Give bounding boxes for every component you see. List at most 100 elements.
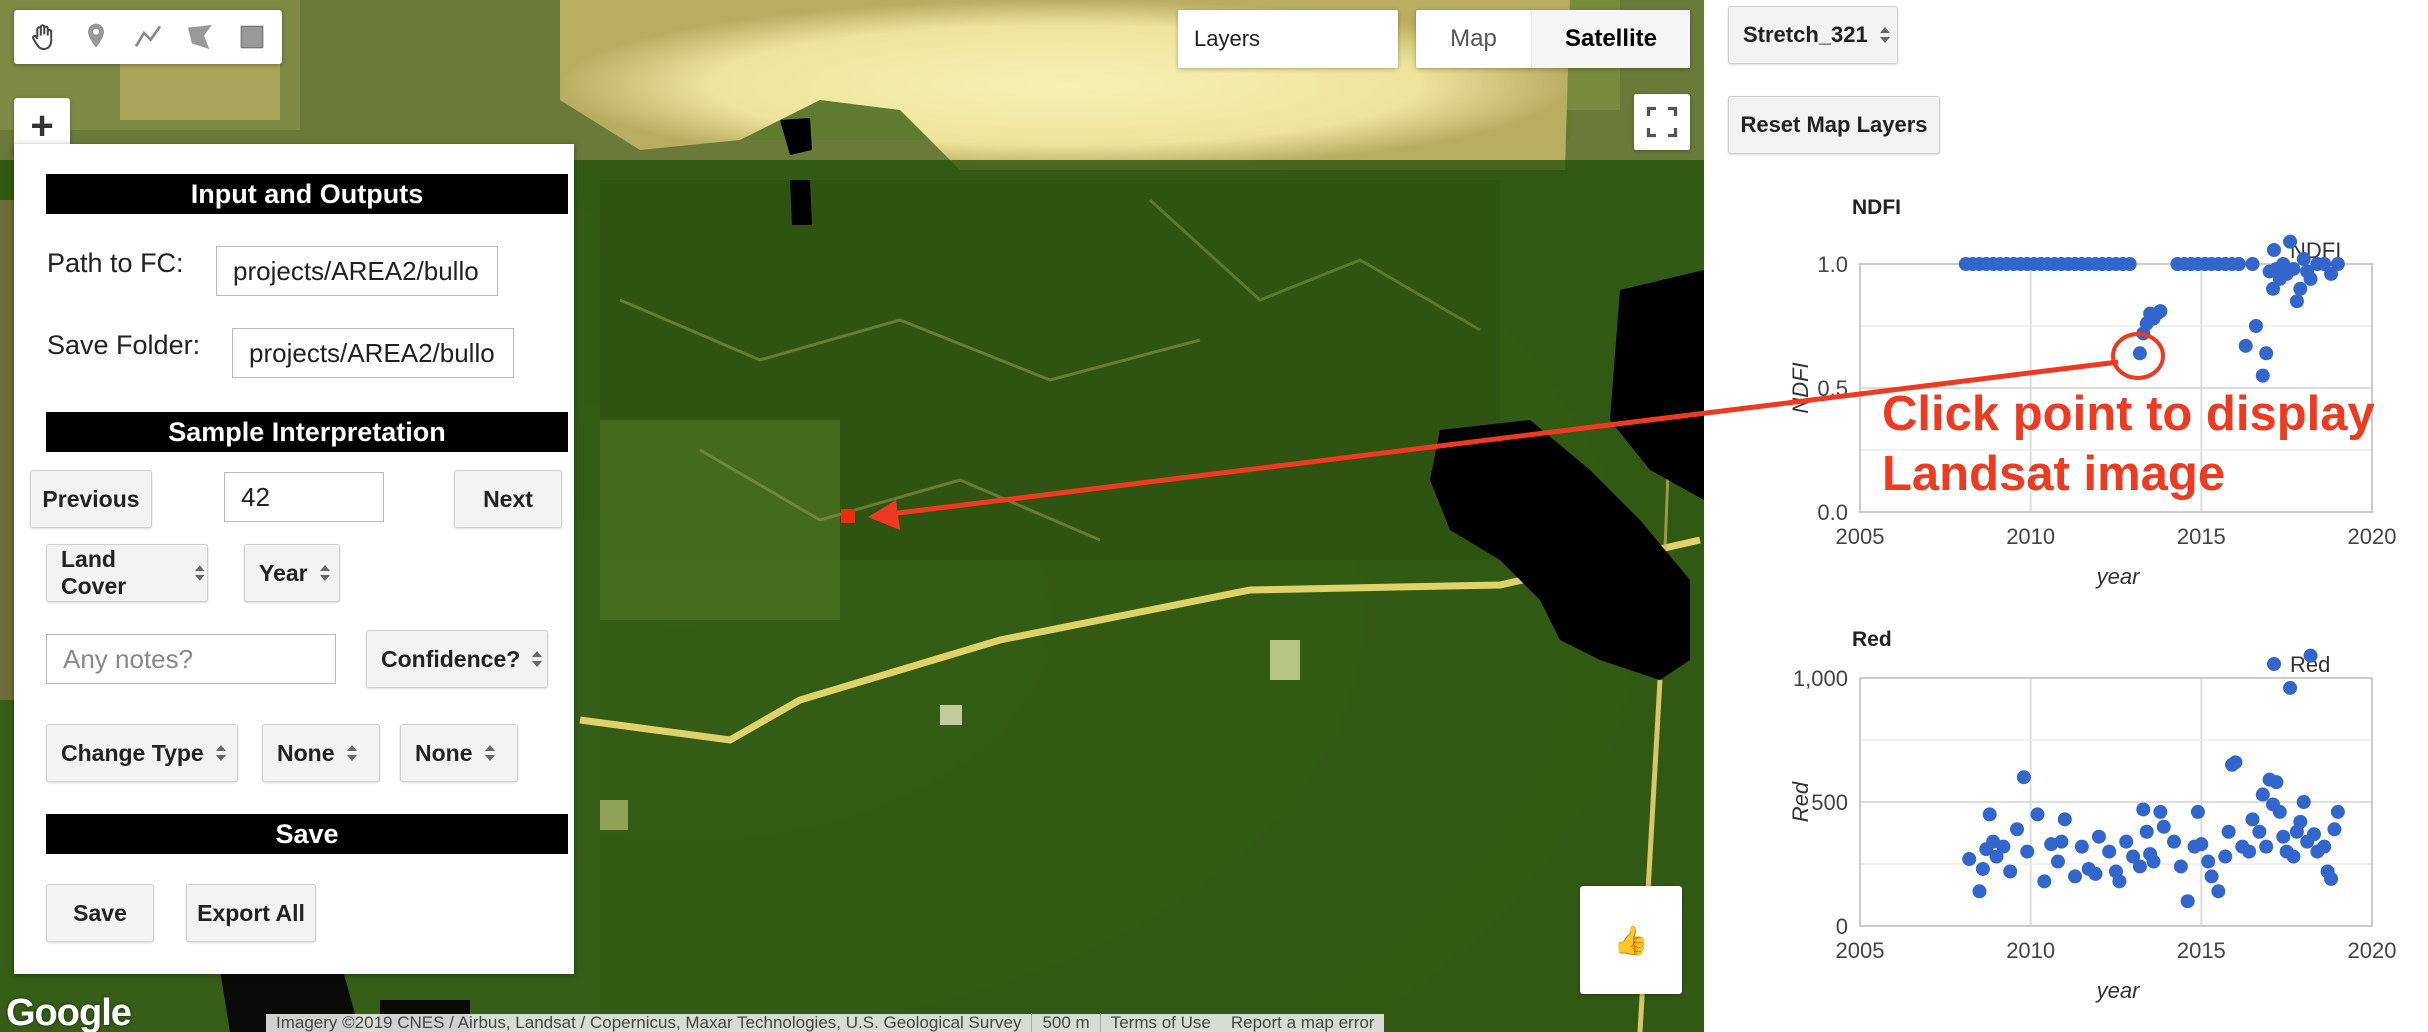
folder-label: Save Folder: — [47, 330, 201, 360]
x-tick-label: 2015 — [2177, 524, 2226, 549]
none-label-1: None — [277, 739, 335, 766]
stretch-select[interactable]: Stretch_321 — [1728, 6, 1898, 64]
reset-map-layers-button[interactable]: Reset Map Layers — [1728, 96, 1940, 154]
rectangle-icon[interactable] — [226, 14, 278, 60]
save-button[interactable]: Save — [46, 884, 154, 942]
report-error-link[interactable]: Report a map error — [1221, 1013, 1385, 1032]
data-point — [2016, 770, 2031, 785]
polygon-icon[interactable] — [174, 14, 226, 60]
none-label-2: None — [415, 739, 473, 766]
none-select-2[interactable]: None — [400, 724, 518, 782]
hand-icon[interactable] — [18, 14, 70, 60]
data-point — [2242, 844, 2257, 859]
data-point — [2037, 874, 2052, 889]
select-arrows-icon — [346, 745, 357, 761]
y-tick-label: 0 — [1836, 914, 1848, 939]
y-tick-label: 0.5 — [1817, 376, 1848, 401]
notes-input[interactable]: Any notes? — [46, 634, 336, 684]
terms-link[interactable]: Terms of Use — [1101, 1013, 1221, 1032]
data-point — [2330, 257, 2345, 271]
data-point — [2296, 795, 2311, 809]
legend-marker — [2267, 657, 2281, 671]
data-point — [1996, 839, 2011, 854]
fullscreen-icon — [1646, 106, 1678, 138]
data-point — [2293, 281, 2308, 296]
next-button[interactable]: Next — [454, 470, 562, 528]
data-point — [1975, 861, 1990, 876]
imagery-attribution: Imagery ©2019 CNES / Airbus, Landsat / C… — [276, 1013, 1022, 1032]
x-tick-label: 2005 — [1836, 524, 1885, 549]
red-chart[interactable]: 2005 2010 2015 202005001,000yearRedRed — [1704, 630, 2404, 1030]
x-axis-label: year — [2095, 564, 2141, 589]
select-arrows-icon — [195, 565, 206, 581]
map-type-map-button[interactable]: Map — [1416, 10, 1532, 68]
data-point — [2054, 834, 2069, 849]
sample-index-input[interactable]: 42 — [224, 472, 384, 522]
previous-button[interactable]: Previous — [30, 470, 152, 528]
data-point — [2030, 807, 2045, 822]
layers-dropdown[interactable]: Layers — [1178, 10, 1398, 68]
x-tick-label: 2010 — [2006, 524, 2055, 549]
change-type-label: Change Type — [61, 739, 204, 766]
year-select[interactable]: Year — [244, 544, 340, 602]
legend-marker — [2267, 243, 2281, 257]
land-cover-label: Land Cover — [61, 546, 127, 599]
none-select-1[interactable]: None — [262, 724, 380, 782]
data-point — [2050, 854, 2065, 869]
data-point — [1962, 852, 1977, 867]
map-type-satellite-button[interactable]: Satellite — [1532, 10, 1690, 68]
map-type-control: Map Satellite — [1416, 10, 1690, 68]
annotation-line-2: Landsat image — [1882, 447, 2226, 501]
data-point — [2003, 864, 2018, 879]
data-point — [2296, 252, 2311, 267]
data-point — [2269, 775, 2284, 790]
google-logo: Google — [6, 992, 132, 1032]
data-point — [2327, 822, 2342, 837]
land-cover-select[interactable]: Land Cover — [46, 544, 208, 602]
data-point — [2119, 834, 2134, 849]
data-point — [2272, 804, 2287, 819]
fullscreen-button[interactable] — [1634, 94, 1690, 150]
change-type-select[interactable]: Change Type — [46, 724, 238, 782]
layers-label: Layers — [1194, 26, 1261, 51]
data-point — [2317, 839, 2332, 854]
path-input[interactable]: projects/AREA2/bullo — [216, 246, 498, 296]
data-point — [2245, 812, 2260, 827]
data-point — [2276, 829, 2291, 844]
data-point — [2252, 824, 2267, 839]
thumbs-up-icon: 👍 — [1613, 924, 1649, 956]
select-arrows-icon — [319, 565, 330, 581]
x-tick-label: 2020 — [2348, 938, 2397, 963]
data-point — [2057, 812, 2072, 827]
x-tick-label: 2005 — [1836, 938, 1885, 963]
io-header: Input and Outputs — [46, 174, 568, 214]
data-point — [2289, 294, 2304, 309]
y-axis-label: NDFI — [1788, 362, 1813, 413]
data-point — [2136, 802, 2151, 817]
data-point — [1972, 884, 1987, 899]
feedback-button[interactable]: 👍 — [1580, 886, 1682, 994]
map-attribution-bar: Imagery ©2019 CNES / Airbus, Landsat / C… — [266, 1013, 1385, 1032]
data-point — [2283, 680, 2298, 695]
scale-bar[interactable]: 500 m — [1031, 1013, 1101, 1032]
data-point — [2173, 859, 2188, 874]
data-point — [2146, 854, 2161, 869]
data-point — [2204, 869, 2219, 884]
sample-panel: Input and Outputs Path to FC: projects/A… — [14, 144, 574, 974]
export-all-button[interactable]: Export All — [186, 884, 316, 942]
x-tick-label: 2010 — [2006, 938, 2055, 963]
data-point — [2153, 304, 2168, 319]
marker-icon[interactable] — [70, 14, 122, 60]
data-point — [2330, 804, 2345, 819]
data-point — [2211, 884, 2226, 899]
data-point — [2259, 346, 2274, 361]
app-root: + Layers Map Satellite 👍 Google Imagery … — [0, 0, 2428, 1032]
data-point — [2068, 869, 2083, 884]
data-point — [2091, 829, 2106, 844]
folder-input[interactable]: projects/AREA2/bullo — [232, 328, 514, 378]
data-point — [2286, 261, 2301, 276]
line-icon[interactable] — [122, 14, 174, 60]
data-point — [2283, 234, 2298, 249]
confidence-select[interactable]: Confidence? — [366, 630, 548, 688]
annotation-line-1: Click point to display — [1882, 387, 2375, 441]
